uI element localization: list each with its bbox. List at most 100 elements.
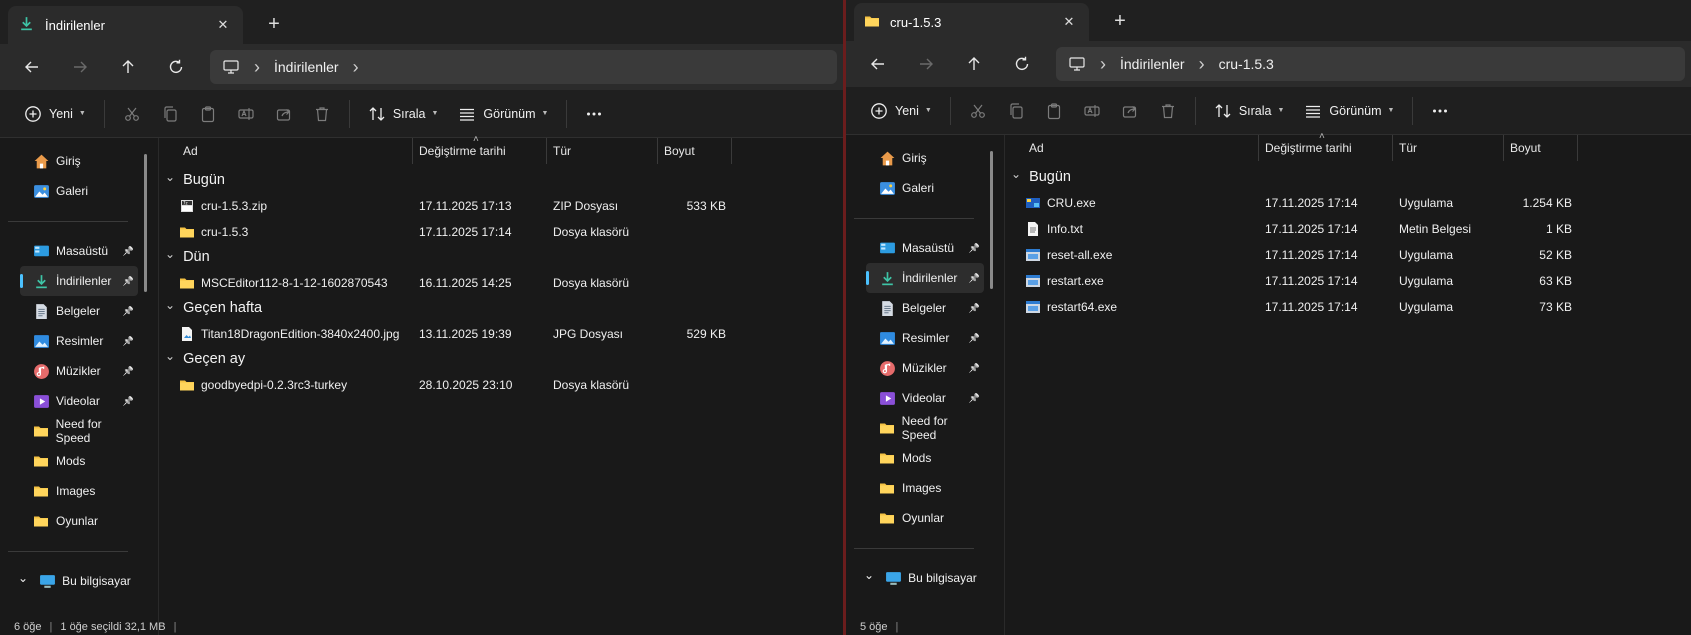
- new-button[interactable]: Yeni ▼: [860, 94, 942, 128]
- copy-button[interactable]: [997, 94, 1035, 128]
- sidebar-item-gallery[interactable]: Galeri: [866, 173, 984, 203]
- chevron-down-icon[interactable]: ⌄: [165, 247, 175, 261]
- sidebar-item-music[interactable]: Müzikler 📌: [20, 356, 138, 386]
- forward-button[interactable]: [902, 46, 950, 82]
- sidebar-folder[interactable]: Oyunlar: [866, 503, 984, 533]
- sidebar-item-documents[interactable]: Belgeler 📌: [866, 293, 984, 323]
- sidebar-item-this-pc[interactable]: ⌄ Bu bilgisayar: [6, 566, 138, 596]
- group-header[interactable]: ⌄ Dün: [165, 245, 210, 269]
- new-button[interactable]: Yeni ▼: [14, 97, 96, 131]
- sidebar-item-pictures[interactable]: Resimler 📌: [866, 323, 984, 353]
- share-button[interactable]: [1111, 94, 1149, 128]
- close-tab-icon[interactable]: ✕: [1059, 14, 1079, 30]
- sidebar-item-this-pc[interactable]: ⌄ Bu bilgisayar: [852, 563, 984, 593]
- address-bar[interactable]: › İndirilenler › cru-1.5.3: [1056, 47, 1685, 81]
- sidebar-folder[interactable]: Need for Speed: [866, 413, 984, 443]
- column-header-date[interactable]: Değiştirme tarihi: [413, 138, 547, 164]
- breadcrumb-segment[interactable]: İndirilenler: [274, 59, 339, 75]
- close-tab-icon[interactable]: ✕: [213, 17, 233, 33]
- rename-button[interactable]: [1073, 94, 1111, 128]
- file-row[interactable]: goodbyedpi-0.2.3rc3-turkey 28.10.2025 23:…: [159, 372, 843, 398]
- sidebar-folder[interactable]: Oyunlar: [20, 506, 138, 536]
- sort-button[interactable]: Sırala ▼: [358, 97, 449, 131]
- file-row[interactable]: Titan18DragonEdition-3840x2400.jpg 13.11.…: [159, 321, 843, 347]
- back-button[interactable]: [8, 49, 56, 85]
- group-header[interactable]: ⌄ Geçen ay: [165, 347, 245, 371]
- sort-button[interactable]: Sırala ▼: [1204, 94, 1295, 128]
- column-header-name[interactable]: Ad: [1005, 135, 1259, 161]
- breadcrumb-chevron-icon[interactable]: ›: [353, 57, 359, 78]
- forward-button[interactable]: [56, 49, 104, 85]
- sidebar-item-home[interactable]: Giriş: [20, 146, 138, 176]
- sidebar-folder[interactable]: Mods: [866, 443, 984, 473]
- tab-left[interactable]: İndirilenler ✕: [8, 6, 243, 44]
- sidebar-folder[interactable]: Images: [20, 476, 138, 506]
- group-header[interactable]: ⌄ Geçen hafta: [165, 296, 262, 320]
- cut-button[interactable]: [113, 97, 151, 131]
- sidebar-item-pictures[interactable]: Resimler 📌: [20, 326, 138, 356]
- file-row[interactable]: reset-all.exe 17.11.2025 17:14 Uygulama 52 …: [1005, 242, 1691, 268]
- file-row[interactable]: MSCEditor112-8-1-12-1602870543 16.11.2025…: [159, 270, 843, 296]
- delete-button[interactable]: [1149, 94, 1187, 128]
- column-header-type[interactable]: Tür: [1393, 135, 1504, 161]
- sidebar-item-download[interactable]: İndirilenler 📌: [866, 263, 984, 293]
- column-header-name[interactable]: Ad: [159, 138, 413, 164]
- copy-button[interactable]: [151, 97, 189, 131]
- chevron-down-icon[interactable]: ⌄: [165, 349, 175, 363]
- sidebar-scrollbar[interactable]: [144, 154, 147, 292]
- column-header-size[interactable]: Boyut: [1504, 135, 1578, 161]
- file-row[interactable]: CRU.exe 17.11.2025 17:14 Uygulama 1.254 KB: [1005, 190, 1691, 216]
- file-row[interactable]: Info.txt 17.11.2025 17:14 Metin Belgesi 1 K…: [1005, 216, 1691, 242]
- breadcrumb-chevron-icon[interactable]: ›: [254, 57, 260, 78]
- file-row[interactable]: cru-1.5.3 17.11.2025 17:14 Dosya klasörü: [159, 219, 843, 245]
- chevron-down-icon[interactable]: ⌄: [1011, 167, 1021, 181]
- new-tab-icon[interactable]: +: [260, 10, 288, 38]
- more-options-button[interactable]: [575, 97, 613, 131]
- more-options-button[interactable]: [1421, 94, 1459, 128]
- sidebar-item-download[interactable]: İndirilenler 📌: [20, 266, 138, 296]
- view-button[interactable]: Görünüm ▼: [1294, 94, 1404, 128]
- delete-button[interactable]: [303, 97, 341, 131]
- column-header-size[interactable]: Boyut: [658, 138, 732, 164]
- breadcrumb-chevron-icon[interactable]: ›: [1199, 54, 1205, 75]
- up-button[interactable]: [104, 49, 152, 85]
- refresh-button[interactable]: [152, 49, 200, 85]
- new-tab-icon[interactable]: +: [1106, 7, 1134, 35]
- chevron-down-icon[interactable]: ⌄: [165, 298, 175, 312]
- cut-button[interactable]: [959, 94, 997, 128]
- up-button[interactable]: [950, 46, 998, 82]
- column-header-type[interactable]: Tür: [547, 138, 658, 164]
- chevron-down-icon[interactable]: ⌄: [18, 571, 28, 585]
- paste-button[interactable]: [1035, 94, 1073, 128]
- chevron-down-icon[interactable]: ⌄: [864, 568, 874, 582]
- rename-button[interactable]: [227, 97, 265, 131]
- file-row[interactable]: restart.exe 17.11.2025 17:14 Uygulama 63 KB: [1005, 268, 1691, 294]
- refresh-button[interactable]: [998, 46, 1046, 82]
- sidebar-item-videos[interactable]: Videolar 📌: [866, 383, 984, 413]
- sidebar-item-home[interactable]: Giriş: [866, 143, 984, 173]
- file-row[interactable]: 7z cru-1.5.3.zip 17.11.2025 17:13 ZIP Dosya…: [159, 193, 843, 219]
- sidebar-folder[interactable]: Images: [866, 473, 984, 503]
- paste-button[interactable]: [189, 97, 227, 131]
- sidebar-scrollbar[interactable]: [990, 151, 993, 289]
- tab-right[interactable]: cru-1.5.3 ✕: [854, 3, 1089, 41]
- group-header[interactable]: ⌄ Bugün: [1011, 165, 1071, 189]
- back-button[interactable]: [854, 46, 902, 82]
- column-header-date[interactable]: Değiştirme tarihi: [1259, 135, 1393, 161]
- sidebar-item-desktop[interactable]: Masaüstü 📌: [20, 236, 138, 266]
- chevron-down-icon[interactable]: ⌄: [165, 170, 175, 184]
- share-button[interactable]: [265, 97, 303, 131]
- breadcrumb-segment[interactable]: cru-1.5.3: [1219, 56, 1274, 72]
- file-row[interactable]: restart64.exe 17.11.2025 17:14 Uygulama 73 …: [1005, 294, 1691, 320]
- group-header[interactable]: ⌄ Bugün: [165, 168, 225, 192]
- sidebar-item-desktop[interactable]: Masaüstü 📌: [866, 233, 984, 263]
- sidebar-item-videos[interactable]: Videolar 📌: [20, 386, 138, 416]
- address-bar[interactable]: › İndirilenler ›: [210, 50, 837, 84]
- breadcrumb-segment[interactable]: İndirilenler: [1120, 56, 1185, 72]
- view-button[interactable]: Görünüm ▼: [448, 97, 558, 131]
- sidebar-folder[interactable]: Mods: [20, 446, 138, 476]
- breadcrumb-chevron-icon[interactable]: ›: [1100, 54, 1106, 75]
- sidebar-item-gallery[interactable]: Galeri: [20, 176, 138, 206]
- sidebar-folder[interactable]: Need for Speed: [20, 416, 138, 446]
- sidebar-item-documents[interactable]: Belgeler 📌: [20, 296, 138, 326]
